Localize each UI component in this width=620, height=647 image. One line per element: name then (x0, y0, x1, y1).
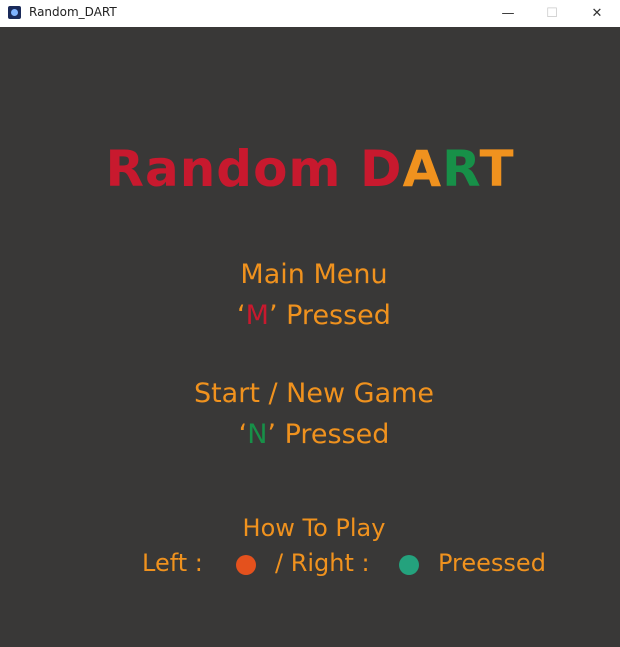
title-letter-d: D (359, 140, 403, 198)
close-button[interactable]: ✕ (574, 0, 620, 27)
maximize-button[interactable]: ☐ (529, 0, 575, 27)
game-title: Random DART (0, 140, 620, 198)
title-letter-r: R (442, 140, 480, 198)
right-label: / Right : (275, 549, 370, 577)
main-pressed-text: Pressed (286, 300, 391, 331)
start-game-label: Start / New Game (193, 378, 435, 409)
key-m: M (245, 300, 269, 331)
start-game-instruction: ‘N’ Pressed (0, 419, 620, 450)
title-word-rand: Random (105, 140, 342, 198)
main-menu-label: Main Menu (240, 259, 388, 290)
key-n: N (247, 419, 268, 450)
preessed-label: Preessed (438, 549, 546, 577)
close-quote: ’ (267, 419, 276, 450)
close-quote: ’ (268, 300, 278, 331)
main-menu-instruction: ‘M’ Pressed (0, 300, 620, 331)
game-canvas[interactable]: Random DART Main Menu ‘M’ Pressed Start … (0, 27, 620, 647)
open-quote: ‘ (237, 300, 246, 331)
window-titlebar: Random_DART — ☐ ✕ (0, 0, 620, 27)
start-pressed-text: Pressed (284, 419, 390, 450)
how-to-play-label: How To Play (242, 514, 386, 542)
left-label: Left : (142, 549, 203, 577)
title-letter-a: A (402, 140, 443, 198)
open-quote: ‘ (238, 419, 248, 450)
title-letter-t: T (479, 140, 515, 198)
window-title: Random_DART (29, 5, 117, 19)
minimize-button[interactable]: — (485, 0, 531, 27)
left-dot-icon (236, 555, 256, 575)
app-icon (8, 6, 21, 19)
right-dot-icon (399, 555, 419, 575)
